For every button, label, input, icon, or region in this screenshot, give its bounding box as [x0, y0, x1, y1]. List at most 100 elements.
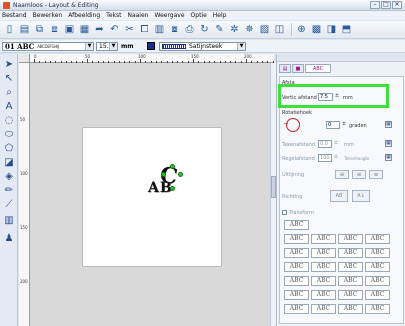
text-style-cell[interactable]: ABC	[311, 234, 336, 244]
text-style-cell[interactable]: ABC	[284, 248, 309, 258]
menu-bestand[interactable]: Bestand	[2, 11, 27, 20]
text-style-cell[interactable]: ABC	[338, 234, 363, 244]
menu-optie[interactable]: Optie	[191, 11, 207, 20]
text-style-cell[interactable]: ABC	[284, 290, 309, 300]
save-icon[interactable]: ▣	[63, 23, 76, 36]
fill-tool-icon[interactable]: ◪	[3, 156, 15, 168]
stitch-sim-icon[interactable]: ✲	[228, 23, 241, 36]
tab-sewing-icon[interactable]: ▤	[279, 64, 291, 73]
rotate-icon[interactable]: ↻	[198, 23, 211, 36]
cut-icon[interactable]: ✂	[123, 23, 136, 36]
import-icon[interactable]: ⧉	[33, 23, 46, 36]
save-as-icon[interactable]: ▦	[78, 23, 91, 36]
pattern-tool-icon[interactable]: ▥	[3, 214, 15, 226]
text-style-cell[interactable]: ABC	[284, 304, 309, 314]
minimize-button[interactable]: –	[370, 1, 380, 9]
align-center-button[interactable]: ≡	[352, 170, 366, 179]
text-style-cell[interactable]: ABC	[365, 276, 390, 286]
zoom-tool-icon[interactable]: ⌕	[3, 86, 15, 98]
spinner-icon[interactable]: ±	[333, 140, 339, 147]
undo-icon[interactable]: ↶	[108, 23, 121, 36]
text-style-cell[interactable]: ABC	[284, 276, 309, 286]
text-style-cell[interactable]: ABC	[311, 248, 336, 258]
stamp-tool-icon[interactable]: ⬭	[3, 128, 15, 140]
text-style-cell[interactable]: ABC	[365, 304, 390, 314]
menu-tekst[interactable]: Tekst	[106, 11, 121, 20]
zoom-icon[interactable]: ⊕	[295, 23, 308, 36]
text-style-cell[interactable]: ABC	[365, 234, 390, 244]
font-select[interactable]: 01 ABC ABCDEFGHIJ ▼	[2, 42, 94, 51]
char-spacing-input[interactable]: 0.0	[318, 140, 332, 148]
size-select[interactable]: 15.5 ▼	[96, 42, 118, 51]
text-style-cell[interactable]: ABC	[365, 262, 390, 272]
text-style-cell[interactable]: ABC	[338, 262, 363, 272]
text-style-cell[interactable]: ABC	[284, 234, 309, 244]
line-spacing-icon[interactable]: ▦	[385, 154, 392, 161]
open-file-icon[interactable]: ▤	[18, 23, 31, 36]
stitch-type-select[interactable]: Satijnsteek ▼	[159, 42, 246, 51]
tab-text[interactable]: ABC	[305, 64, 331, 73]
text-style-cell[interactable]: ABC	[338, 304, 363, 314]
settings-icon[interactable]: ◨	[325, 23, 338, 36]
export-icon[interactable]: ⧈	[48, 23, 61, 36]
text-style-cell[interactable]: ABC	[338, 276, 363, 286]
text-style-cell[interactable]: ABC	[284, 220, 309, 230]
rotation-input[interactable]: 0	[326, 121, 340, 129]
magic-wand-icon[interactable]: ✎	[213, 23, 226, 36]
text-style-cell[interactable]: ABC	[311, 290, 336, 300]
char-spacing-icon[interactable]: ▦	[385, 140, 392, 147]
text-style-cell[interactable]: ABC	[365, 290, 390, 300]
menu-weergave[interactable]: Weergave	[154, 11, 184, 20]
line-spacing-input[interactable]: 100	[318, 154, 332, 162]
figure-tool-icon[interactable]: ♟	[3, 232, 15, 244]
align-right-button[interactable]: ≡	[369, 170, 383, 179]
select-arrow-icon[interactable]: ➤	[3, 58, 15, 70]
send-card-icon[interactable]: ➦	[93, 23, 106, 36]
align-left-button[interactable]: ≡	[335, 170, 349, 179]
close-button[interactable]: ✕	[392, 1, 402, 9]
text-tool-icon[interactable]: A	[3, 100, 15, 112]
chevron-down-icon[interactable]: ▼	[237, 43, 245, 50]
vertical-direction-button[interactable]: A↓	[352, 190, 370, 202]
color-tool-icon[interactable]: ◈	[3, 170, 15, 182]
brush-tool-icon[interactable]: ✏	[3, 184, 15, 196]
menu-naaien[interactable]: Naaien	[127, 11, 148, 20]
text-style-cell[interactable]: ABC	[284, 262, 309, 272]
copy-icon[interactable]: ⧠	[138, 23, 151, 36]
chevron-down-icon[interactable]: ▼	[109, 43, 117, 50]
transform-checkbox[interactable]	[282, 210, 287, 215]
text-style-cell[interactable]: ABC	[311, 262, 336, 272]
menu-afbeelding[interactable]: Afbeelding	[68, 11, 100, 20]
text-style-cell[interactable]: ABC	[365, 248, 390, 258]
outline-tool-icon[interactable]: ⬠	[3, 142, 15, 154]
print-icon[interactable]: ⎙	[183, 23, 196, 36]
spinner-icon[interactable]: ±	[333, 154, 339, 161]
design-property-icon[interactable]: ▨	[258, 23, 271, 36]
stitch-tool-icon[interactable]: ⟋	[3, 198, 15, 210]
new-file-icon[interactable]: ▯	[3, 23, 16, 36]
tab-color-icon[interactable]: ■	[292, 64, 304, 73]
rotation-dial-icon[interactable]	[286, 118, 300, 132]
selection-handle[interactable]	[170, 186, 175, 191]
grid-icon[interactable]: ▩	[310, 23, 323, 36]
maximize-button[interactable]: □	[381, 1, 391, 9]
text-style-cell[interactable]: ABC	[338, 248, 363, 258]
point-edit-icon[interactable]: ↖	[3, 72, 15, 84]
duplicate-icon[interactable]: ⧇	[168, 23, 181, 36]
shape-tool-icon[interactable]: ◌	[3, 114, 15, 126]
apply-icon[interactable]: ▦	[385, 121, 392, 128]
chevron-down-icon[interactable]: ▼	[85, 43, 93, 50]
horizontal-direction-button[interactable]: AB	[330, 190, 348, 202]
selection-handle[interactable]	[161, 172, 166, 177]
selection-handle[interactable]	[178, 172, 183, 177]
menu-bewerken[interactable]: Bewerken	[33, 11, 63, 20]
paste-icon[interactable]: ▥	[153, 23, 166, 36]
realistic-view-icon[interactable]: ✵	[243, 23, 256, 36]
selection-handle[interactable]	[170, 164, 175, 169]
text-style-cell[interactable]: ABC	[311, 276, 336, 286]
menu-help[interactable]: Help	[213, 11, 227, 20]
spinner-icon[interactable]: ±	[341, 121, 347, 128]
thread-color-swatch[interactable]	[147, 42, 155, 50]
text-style-cell[interactable]: ABC	[338, 290, 363, 300]
text-style-cell[interactable]: ABC	[311, 304, 336, 314]
